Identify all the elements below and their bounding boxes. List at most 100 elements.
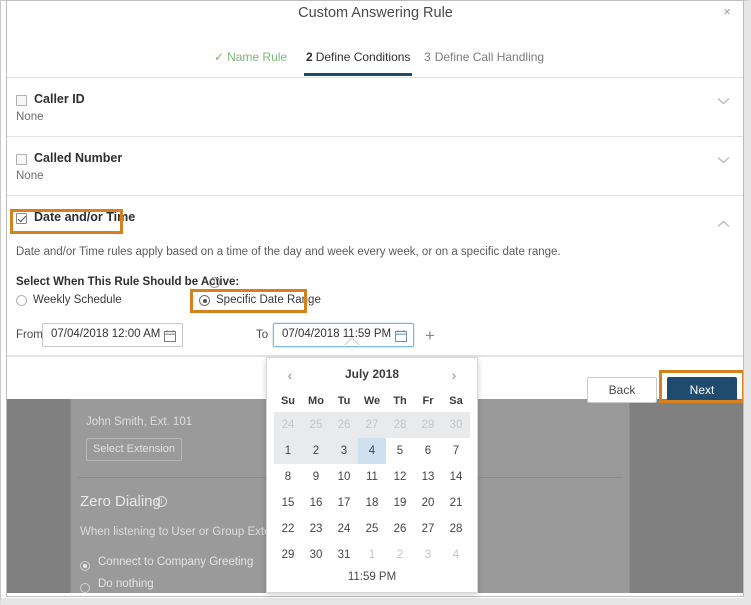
info-icon[interactable]: i — [209, 277, 220, 288]
calendar-day[interactable]: 13 — [414, 464, 442, 490]
close-icon[interactable]: × — [723, 5, 731, 19]
calendar-day[interactable]: 24 — [274, 412, 302, 438]
radio-label-connect-company-greeting[interactable]: Connect to Company Greeting — [98, 556, 253, 568]
section-caller-id-value: None — [16, 111, 44, 123]
chevron-up-icon[interactable] — [717, 220, 730, 228]
calendar-day[interactable]: 25 — [302, 412, 330, 438]
checkbox-caller-id[interactable] — [16, 95, 27, 106]
calendar-day[interactable]: 22 — [274, 516, 302, 542]
calendar-day[interactable]: 21 — [442, 490, 470, 516]
calendar-dow-th: Th — [393, 395, 407, 407]
tab-name-rule[interactable]: ✓ Name Rule — [214, 50, 287, 73]
calendar-day[interactable]: 1 — [358, 542, 386, 568]
back-button[interactable]: Back — [587, 377, 657, 403]
to-datetime-value: 07/04/2018 11:59 PM — [282, 328, 392, 340]
calendar-day[interactable]: 26 — [386, 516, 414, 542]
checkbox-date-and-time[interactable] — [16, 213, 27, 224]
radio-label-weekly-schedule[interactable]: Weekly Schedule — [33, 294, 122, 306]
select-extension-button[interactable]: Select Extension — [86, 438, 182, 461]
calendar-day[interactable]: 19 — [386, 490, 414, 516]
calendar-dow-mo: Mo — [308, 395, 324, 407]
calendar-day-names: Su Mo Tu We Th Fr Sa — [267, 390, 477, 412]
calendar-icon[interactable] — [164, 329, 176, 342]
calendar-pointer — [345, 339, 359, 346]
date-picker-popup: ‹ July 2018 › Su Mo Tu We Th Fr Sa 24 25 26 27 28 2… — [266, 357, 478, 593]
section-called-number[interactable]: Called Number None — [7, 137, 744, 196]
tab-define-conditions[interactable]: 2 Define Conditions — [304, 50, 413, 76]
calendar-day[interactable]: 31 — [330, 542, 358, 568]
tab-define-call-handling[interactable]: 3 Define Call Handling — [424, 50, 544, 73]
calendar-day[interactable]: 30 — [302, 542, 330, 568]
calendar-day[interactable]: 6 — [414, 438, 442, 464]
calendar-day[interactable]: 25 — [358, 516, 386, 542]
calendar-day[interactable]: 28 — [386, 412, 414, 438]
calendar-day[interactable]: 26 — [330, 412, 358, 438]
background-extension-text: John Smith, Ext. 101 — [86, 416, 193, 428]
calendar-day[interactable]: 28 — [442, 516, 470, 542]
calendar-day[interactable]: 4 — [358, 438, 386, 464]
section-date-and-time-label: Date and/or Time — [34, 210, 136, 224]
calendar-dow-su: Su — [280, 395, 296, 407]
from-datetime-input[interactable]: 07/04/2018 12:00 AM — [42, 323, 183, 347]
calendar-header: ‹ July 2018 › — [267, 364, 477, 390]
calendar-dow-fr: Fr — [422, 395, 434, 407]
calendar-icon[interactable] — [395, 329, 407, 342]
calendar-day[interactable]: 2 — [302, 438, 330, 464]
tab-name-rule-label: Name Rule — [227, 50, 288, 64]
calendar-day[interactable]: 8 — [274, 464, 302, 490]
calendar-day[interactable]: 1 — [274, 438, 302, 464]
calendar-day[interactable]: 23 — [302, 516, 330, 542]
radio-label-specific-date-range[interactable]: Specific Date Range — [216, 294, 321, 306]
radio-weekly-schedule[interactable] — [16, 295, 27, 306]
calendar-day[interactable]: 27 — [414, 516, 442, 542]
radio-specific-date-range[interactable] — [199, 295, 210, 306]
calendar-day[interactable]: 4 — [442, 542, 470, 568]
tab-define-conditions-number: 2 — [306, 50, 313, 64]
calendar-day[interactable]: 20 — [414, 490, 442, 516]
chevron-down-icon[interactable] — [717, 156, 730, 164]
tab-define-call-handling-label: Define Call Handling — [434, 50, 545, 64]
calendar-day[interactable]: 10 — [330, 464, 358, 490]
calendar-day[interactable]: 16 — [302, 490, 330, 516]
radio-do-nothing[interactable] — [80, 583, 90, 593]
calendar-day[interactable]: 24 — [330, 516, 358, 542]
calendar-day[interactable]: 3 — [414, 542, 442, 568]
calendar-day[interactable]: 5 — [386, 438, 414, 464]
calendar-day[interactable]: 27 — [358, 412, 386, 438]
calendar-day[interactable]: 9 — [302, 464, 330, 490]
to-label: To — [256, 329, 269, 341]
calendar-day[interactable]: 7 — [442, 438, 470, 464]
calendar-day[interactable]: 2 — [386, 542, 414, 568]
calendar-time-value[interactable]: 11:59 PM — [267, 571, 477, 583]
chevron-down-icon[interactable] — [717, 97, 730, 105]
radio-label-do-nothing[interactable]: Do nothing — [98, 578, 154, 590]
next-button[interactable]: Next — [667, 377, 737, 403]
screenshot-root: John Smith, Ext. 101 Select Extension Ze… — [0, 0, 751, 605]
section-called-number-label: Called Number — [34, 151, 123, 165]
select-active-label: Select When This Rule Should be Active: — [16, 276, 240, 288]
from-datetime-value: 07/04/2018 12:00 AM — [51, 328, 161, 340]
calendar-day[interactable]: 29 — [274, 542, 302, 568]
wizard-steps: ✓ Name Rule 2 Define Conditions 3 Define Ca… — [7, 45, 744, 77]
tab-define-call-handling-number: 3 — [424, 50, 431, 64]
from-label: From — [16, 329, 43, 341]
info-icon[interactable]: i — [156, 496, 167, 507]
calendar-day[interactable]: 29 — [414, 412, 442, 438]
calendar-day[interactable]: 11 — [358, 464, 386, 490]
tab-define-conditions-label: Define Conditions — [315, 50, 411, 64]
calendar-dow-we: We — [363, 395, 381, 407]
custom-answering-rule-modal: Custom Answering Rule × ✓ Name Rule 2 Defi… — [7, 1, 745, 403]
calendar-day[interactable]: 3 — [330, 438, 358, 464]
zero-dialing-title: Zero Dialing — [80, 493, 161, 510]
calendar-day[interactable]: 18 — [358, 490, 386, 516]
calendar-day[interactable]: 12 — [386, 464, 414, 490]
calendar-day[interactable]: 30 — [442, 412, 470, 438]
calendar-day[interactable]: 14 — [442, 464, 470, 490]
checkbox-called-number[interactable] — [16, 154, 27, 165]
next-month-icon[interactable]: › — [445, 366, 463, 384]
section-caller-id[interactable]: Caller ID None — [7, 78, 744, 137]
radio-connect-company-greeting[interactable] — [80, 561, 90, 571]
calendar-day[interactable]: 17 — [330, 490, 358, 516]
add-date-range-button[interactable]: + — [425, 327, 435, 344]
calendar-day[interactable]: 15 — [274, 490, 302, 516]
